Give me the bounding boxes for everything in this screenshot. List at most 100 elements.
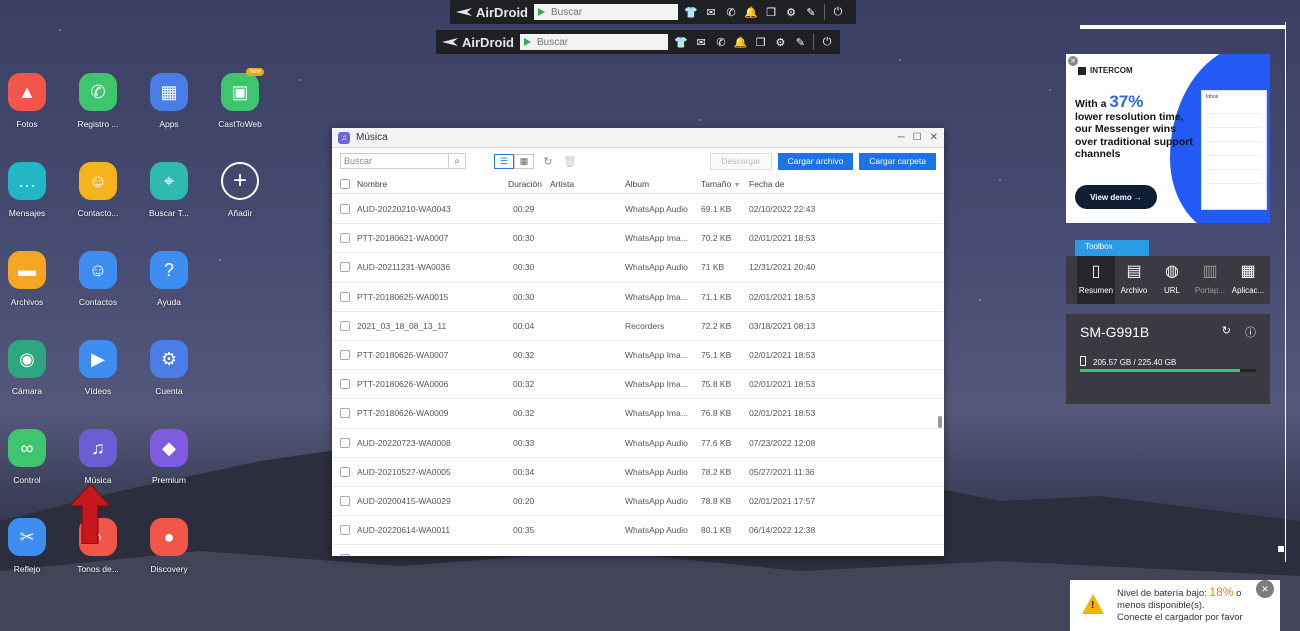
shirt-icon[interactable]: 👕 bbox=[684, 6, 698, 19]
power-icon[interactable]: ⏻ bbox=[820, 36, 834, 49]
toolbox-tab[interactable]: Toolbox bbox=[1075, 240, 1149, 256]
music-table-body: AUD-20220210-WA0043 00:29 WhatsApp Audio 69… bbox=[332, 195, 944, 556]
search-icon[interactable]: ⌕ bbox=[448, 154, 465, 168]
app-contacts-card[interactable]: ☺ Contacto... bbox=[63, 162, 133, 218]
music-window-titlebar[interactable]: ♫ Música ─ ☐ ✕ bbox=[332, 128, 944, 148]
call-icon[interactable]: ✆ bbox=[714, 36, 728, 49]
minimize-icon[interactable]: ─ bbox=[898, 132, 905, 143]
column-size[interactable]: Tamaño ▼ bbox=[701, 179, 749, 189]
row-checkbox[interactable] bbox=[340, 291, 350, 302]
toolbox-item-app-window[interactable]: ▦ Aplicac... bbox=[1229, 256, 1267, 304]
app-help[interactable]: ? Ayuda bbox=[134, 251, 204, 307]
app-photos[interactable]: ▲ Fotos bbox=[0, 73, 62, 129]
app-settings[interactable]: ⚙ Cuenta bbox=[134, 340, 204, 396]
upload-file-button[interactable]: Cargar archivo bbox=[777, 152, 854, 170]
copy-icon[interactable]: ❐ bbox=[764, 6, 778, 19]
mail-icon[interactable]: ✉ bbox=[704, 6, 718, 19]
table-row[interactable]: PTT-20180626-WA0007 00:32 WhatsApp Ima... 7… bbox=[332, 341, 944, 371]
refresh-icon[interactable]: ↻ bbox=[1222, 324, 1231, 340]
upload-folder-button[interactable]: Cargar carpeta bbox=[859, 152, 936, 170]
row-checkbox[interactable] bbox=[340, 408, 350, 419]
app-scissors[interactable]: ✂ Reflejo bbox=[0, 518, 62, 574]
row-checkbox[interactable] bbox=[340, 350, 350, 361]
table-row[interactable]: PTT-20180621-WA000400:34 WhatsApp Ima...8… bbox=[332, 545, 944, 556]
toolbox-item-file[interactable]: ▤ Archivo bbox=[1115, 256, 1153, 304]
power-icon[interactable]: ⏻ bbox=[831, 6, 845, 19]
column-artist[interactable]: Artista bbox=[550, 179, 625, 189]
toolbar-search-input[interactable]: Buscar bbox=[520, 34, 669, 50]
table-row[interactable]: PTT-20180626-WA0006 00:32 WhatsApp Ima... 7… bbox=[332, 370, 944, 400]
table-row[interactable]: AUD-20220614-WA0011 00:35 WhatsApp Audio 80… bbox=[332, 516, 944, 546]
row-checkbox[interactable] bbox=[340, 525, 350, 536]
pen-icon[interactable]: ✎ bbox=[804, 6, 818, 19]
row-checkbox[interactable] bbox=[340, 320, 350, 331]
bell-icon[interactable]: 🔔 bbox=[734, 36, 748, 49]
app-planet[interactable]: ● Discovery bbox=[134, 518, 204, 574]
list-view-button[interactable]: ☰ bbox=[494, 153, 514, 169]
copy-icon[interactable]: ❐ bbox=[754, 36, 768, 49]
app-contacts[interactable]: ☺ Contactos bbox=[63, 251, 133, 307]
row-checkbox[interactable] bbox=[340, 466, 350, 477]
row-checkbox[interactable] bbox=[340, 233, 350, 244]
app-camera[interactable]: ◉ Cámara bbox=[0, 340, 62, 396]
gear-icon[interactable]: ⚙ bbox=[784, 6, 798, 19]
app-music[interactable]: ♫ Música bbox=[63, 429, 133, 485]
table-row[interactable]: 2021_03_18_08_13_11 00:04 Recorders 72.2 KB… bbox=[332, 312, 944, 341]
row-checkbox[interactable] bbox=[340, 204, 350, 215]
toolbox-item-globe[interactable]: ◍ URL bbox=[1153, 256, 1191, 304]
call-icon[interactable]: ✆ bbox=[724, 6, 738, 19]
table-row[interactable]: PTT-20180626-WA0009 00:32 WhatsApp Ima... 7… bbox=[332, 399, 944, 429]
row-checkbox[interactable] bbox=[340, 379, 350, 390]
app-phone[interactable]: ✆ Registro ... bbox=[63, 73, 133, 129]
close-icon[interactable]: ✕ bbox=[930, 132, 938, 143]
table-row[interactable]: AUD-20220723-WA0008 00:33 WhatsApp Audio 77… bbox=[332, 429, 944, 458]
app-window-icon: ▦ bbox=[1240, 263, 1256, 280]
table-row[interactable]: AUD-20200415-WA0029 00:20 WhatsApp Audio 78… bbox=[332, 487, 944, 517]
app-video[interactable]: ▶ Vídeos bbox=[63, 340, 133, 396]
gear-icon[interactable]: ⚙ bbox=[774, 36, 788, 49]
toolbar-search-input[interactable]: Buscar bbox=[534, 4, 678, 20]
column-duration[interactable]: Duración bbox=[508, 179, 550, 189]
app-label: Premium bbox=[151, 475, 186, 485]
download-button[interactable]: Descargar bbox=[710, 152, 772, 170]
view-demo-button[interactable]: View demo → bbox=[1075, 185, 1157, 209]
contacts-icon: ☺ bbox=[79, 251, 117, 289]
music-search-input[interactable]: Buscar ⌕ bbox=[340, 153, 466, 169]
app-add[interactable]: + Añadir bbox=[205, 162, 275, 218]
row-checkbox[interactable] bbox=[340, 554, 350, 556]
table-row[interactable]: PTT-20180625-WA0015 00:30 WhatsApp Ima... 7… bbox=[332, 283, 944, 312]
refresh-icon[interactable]: ↻ bbox=[540, 155, 556, 168]
app-messages[interactable]: … Mensajes bbox=[0, 162, 62, 218]
app-apps[interactable]: ▦ Apps bbox=[134, 73, 204, 129]
bell-icon[interactable]: 🔔 bbox=[744, 6, 758, 19]
app-cast[interactable]: ▣ New CastToWeb bbox=[205, 68, 275, 129]
ad-close-icon[interactable]: ✕ bbox=[1068, 56, 1078, 66]
table-row[interactable]: AUD-20220210-WA0043 00:29 WhatsApp Audio 69… bbox=[332, 195, 944, 225]
scrollbar-thumb[interactable] bbox=[938, 416, 942, 428]
mail-icon[interactable]: ✉ bbox=[694, 36, 708, 49]
pen-icon[interactable]: ✎ bbox=[793, 36, 807, 49]
app-folder[interactable]: ▬ Archivos bbox=[0, 251, 62, 307]
column-date[interactable]: Fecha de bbox=[749, 179, 839, 189]
select-all-checkbox[interactable] bbox=[340, 178, 350, 189]
shirt-icon[interactable]: 👕 bbox=[674, 36, 688, 49]
info-icon[interactable]: ⓘ bbox=[1245, 324, 1256, 340]
table-row[interactable]: AUD-20210527-WA0005 00:34 WhatsApp Audio 78… bbox=[332, 458, 944, 487]
app-diamond[interactable]: ◆ Premium bbox=[134, 429, 204, 485]
row-checkbox[interactable] bbox=[340, 495, 350, 506]
toolbox-item-clipboard[interactable]: ▥ Portap... bbox=[1191, 256, 1229, 304]
close-notice-icon[interactable]: ✕ bbox=[1256, 580, 1274, 598]
column-name[interactable]: Nombre bbox=[357, 179, 508, 189]
trash-icon[interactable]: 🗑 bbox=[562, 155, 578, 168]
grid-view-button[interactable]: ▦ bbox=[514, 153, 534, 169]
app-binoculars[interactable]: ∞ Control bbox=[0, 429, 62, 485]
toolbox-item-phone-summary[interactable]: ▯ Resumen bbox=[1077, 256, 1115, 304]
row-checkbox[interactable] bbox=[340, 262, 350, 273]
row-checkbox[interactable] bbox=[340, 437, 350, 448]
table-row[interactable]: PTT-20180621-WA0007 00:30 WhatsApp Ima... 7… bbox=[332, 224, 944, 254]
table-row[interactable]: AUD-20211231-WA0036 00:30 WhatsApp Audio 71… bbox=[332, 253, 944, 283]
maximize-icon[interactable]: ☐ bbox=[913, 132, 922, 143]
intercom-ad[interactable]: Inbox ✕ INTERCOM With a 37% lower resolu… bbox=[1066, 54, 1270, 223]
app-location[interactable]: ⌖ Buscar T... bbox=[134, 162, 204, 218]
column-album[interactable]: Álbum bbox=[625, 179, 701, 189]
